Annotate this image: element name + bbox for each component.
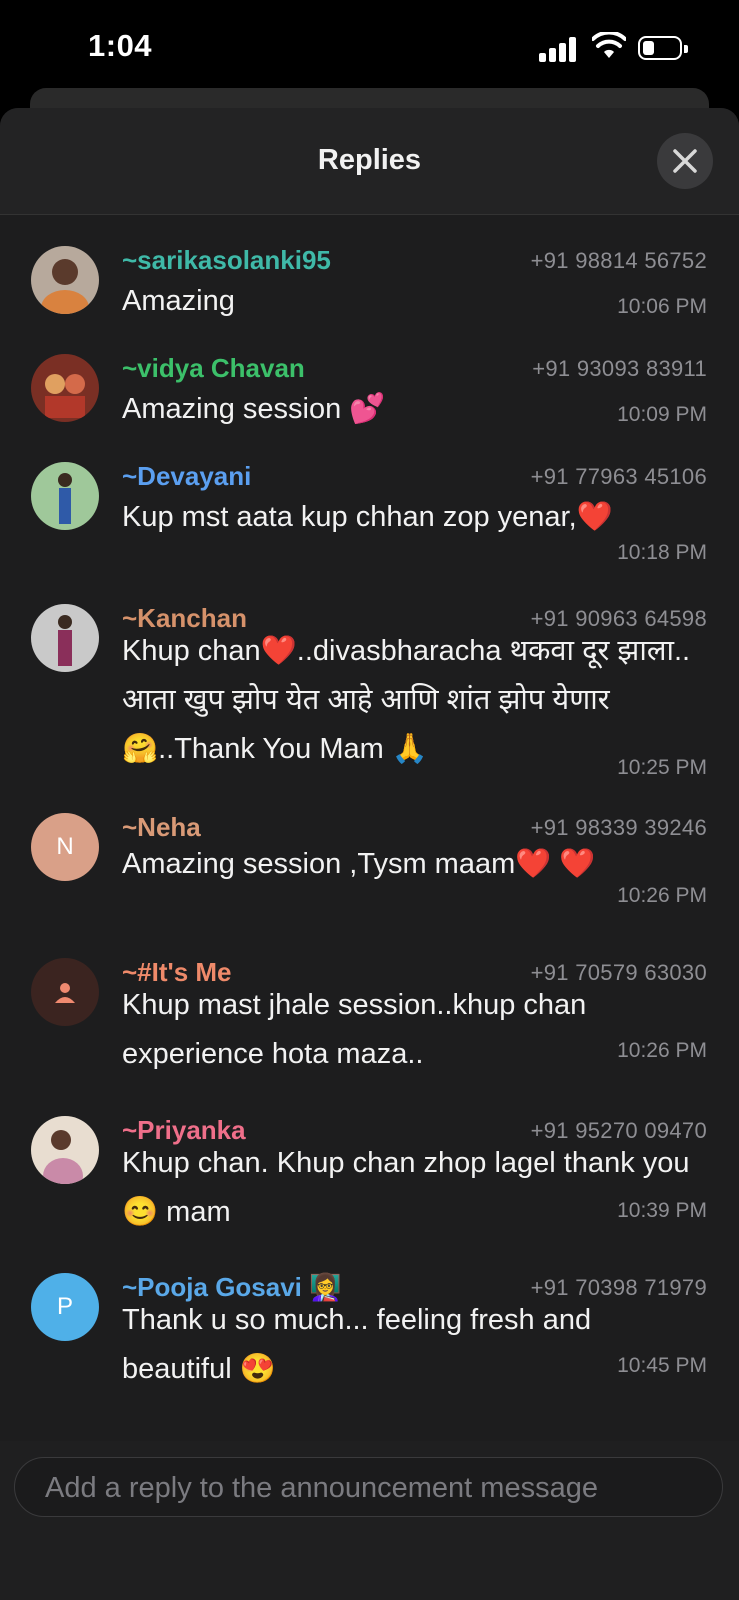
status-time: 1:04 <box>88 28 153 63</box>
reply-sender-name[interactable]: ~Neha <box>122 812 201 843</box>
avatar[interactable] <box>31 246 99 314</box>
avatar-initial: P <box>56 1293 73 1320</box>
sheet-header: Replies <box>0 108 739 215</box>
reply-sender-name[interactable]: ~sarikasolanki95 <box>122 245 331 276</box>
reply-input-wrapper[interactable] <box>14 1457 723 1518</box>
reply-message: Amazing <box>122 285 235 317</box>
reply-message: Khup mast jhale session..khup chan exper… <box>122 989 587 1070</box>
reply-sender-phone: +91 98339 39246 <box>530 815 707 840</box>
avatar[interactable] <box>31 462 99 530</box>
reply-time: 10:45 PM <box>617 1354 707 1377</box>
sheet-title: Replies <box>317 144 422 176</box>
reply-sender-phone: +91 77963 45106 <box>530 464 707 489</box>
reply-time: 10:25 PM <box>617 756 707 779</box>
reply-message: Khup chan❤️..divasbharacha थकवा दूर झाला… <box>122 635 691 765</box>
person-icon <box>55 983 75 1003</box>
status-bar: 1:04 <box>0 0 739 100</box>
reply-message: Kup mst aata kup chhan zop yenar,❤️ <box>122 501 613 533</box>
avatar[interactable] <box>31 1116 99 1184</box>
avatar[interactable]: N <box>31 813 99 881</box>
close-icon <box>673 149 697 173</box>
reply-time: 10:26 PM <box>617 1039 707 1062</box>
cellular-signal-icon <box>539 36 579 62</box>
reply-sender-phone: +91 98814 56752 <box>530 248 707 273</box>
reply-input[interactable] <box>43 1458 697 1518</box>
reply-time: 10:26 PM <box>617 884 707 907</box>
reply-message: Thank u so much... feeling fresh and bea… <box>122 1304 592 1385</box>
reply-time: 10:39 PM <box>617 1199 707 1222</box>
reply-message: Khup chan. Khup chan zhop lagel thank yo… <box>122 1147 690 1228</box>
battery-icon <box>638 36 688 60</box>
reply-sender-phone: +91 93093 83911 <box>532 356 707 381</box>
reply-time: 10:09 PM <box>617 403 707 426</box>
replies-sheet: Replies ~sarikasolanki95 +91 98814 56752… <box>0 108 739 1600</box>
reply-sender-name[interactable]: ~vidya Chavan <box>122 353 305 384</box>
reply-message: Amazing session ,Tysm maam❤️ ❤️ <box>122 848 596 880</box>
avatar[interactable]: P <box>31 1273 99 1341</box>
avatar[interactable] <box>31 604 99 672</box>
avatar[interactable] <box>31 958 99 1026</box>
reply-time: 10:18 PM <box>617 541 707 564</box>
close-button[interactable] <box>657 133 713 189</box>
reply-sender-name[interactable]: ~Devayani <box>122 461 251 492</box>
reply-message: Amazing session 💕 <box>122 393 386 425</box>
reply-composer <box>0 1441 739 1600</box>
avatar[interactable] <box>31 354 99 422</box>
reply-time: 10:06 PM <box>617 295 707 318</box>
avatar-initial: N <box>56 833 74 860</box>
wifi-icon <box>592 32 626 58</box>
